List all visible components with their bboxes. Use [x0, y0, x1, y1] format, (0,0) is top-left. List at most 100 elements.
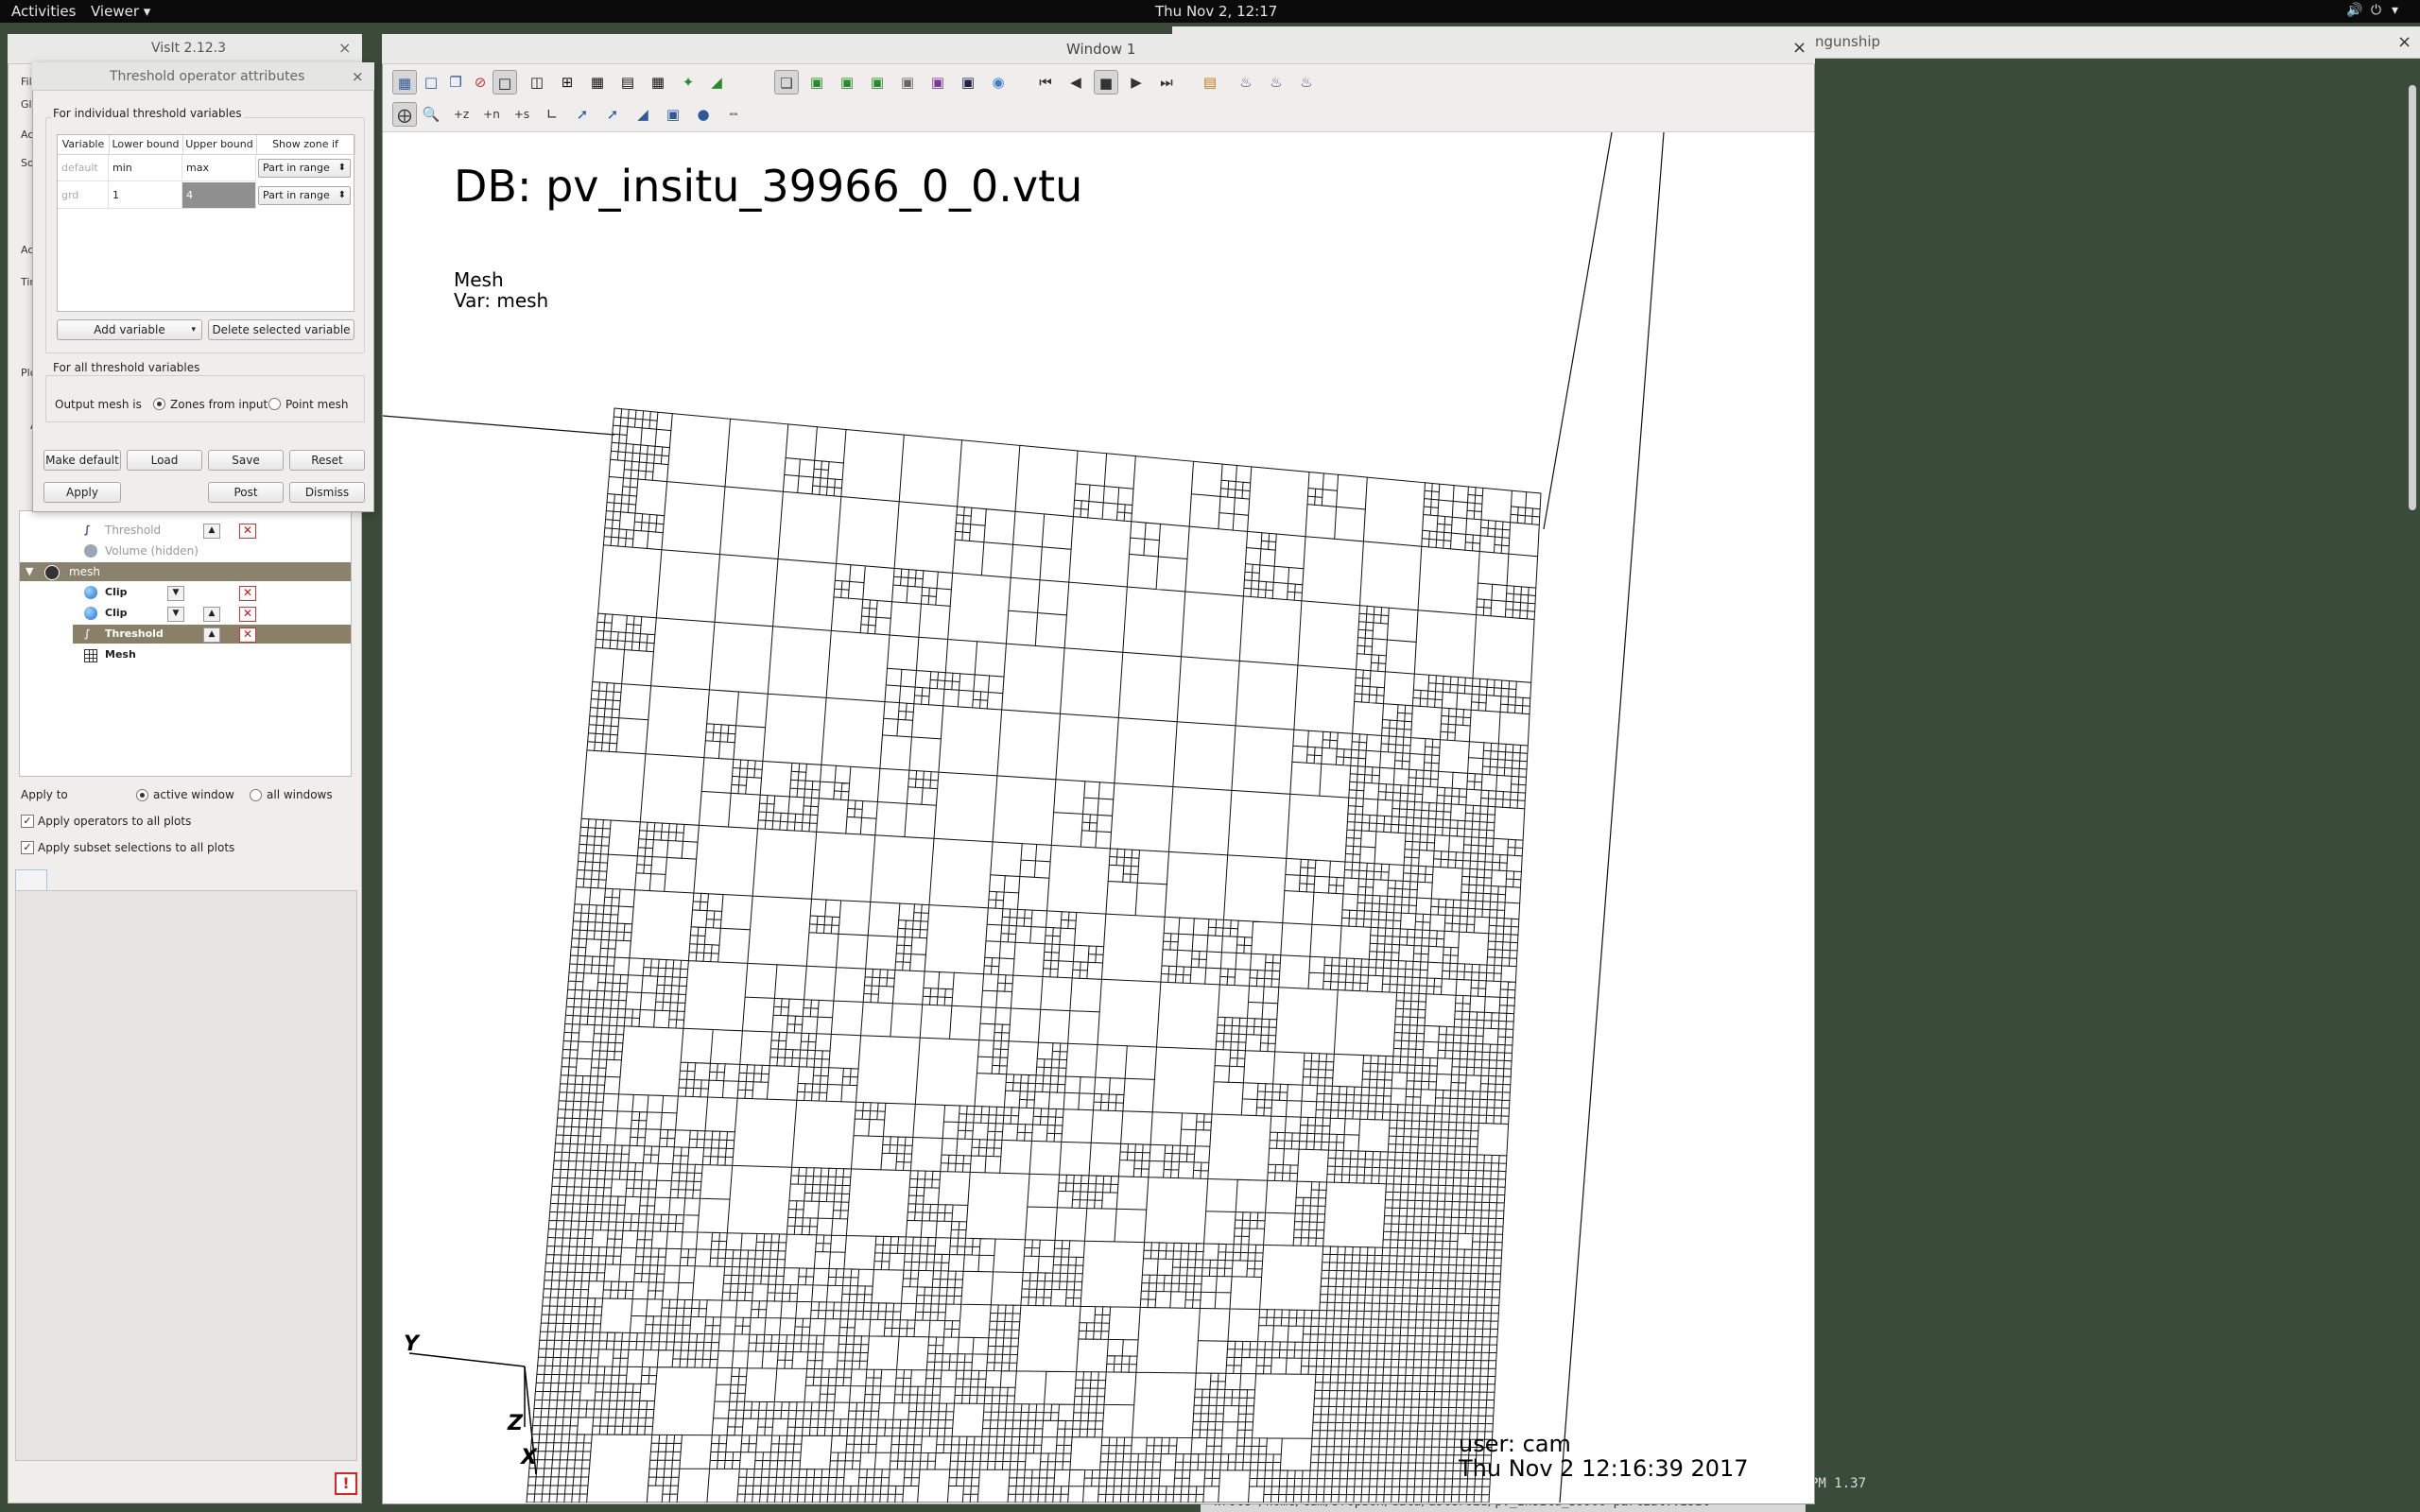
point-tool-icon[interactable]: ➚: [600, 102, 625, 127]
viewer-window-close-button[interactable]: ×: [1792, 38, 1806, 58]
plot-list[interactable]: ∫ Threshold ▲ ✕ Volume (hidden) ▼ mesh C…: [19, 510, 352, 777]
show-zone-select[interactable]: Part in range ⬍: [258, 186, 351, 205]
terminal-scrollbar[interactable]: [2409, 85, 2416, 510]
delete-variable-button[interactable]: Delete selected variable: [208, 319, 354, 340]
clone-window-icon[interactable]: ❐: [443, 70, 468, 94]
pointer-icon[interactable]: ♨: [1264, 70, 1288, 94]
pick-mode-icon[interactable]: ▦: [392, 70, 417, 94]
layout-1x1-icon[interactable]: □: [493, 70, 517, 94]
visit-main-title: VisIt 2.12.3: [151, 41, 227, 56]
column-header-variable[interactable]: Variable: [58, 135, 110, 155]
tree-item-label: Volume (hidden): [105, 544, 199, 558]
perspective-icon[interactable]: ❏: [774, 70, 799, 94]
apply-subset-checkbox[interactable]: ✓: [21, 841, 34, 854]
visit-main-close-button[interactable]: ×: [338, 39, 351, 57]
move-down-button[interactable]: ▼: [167, 586, 184, 601]
stop-icon[interactable]: ■: [1094, 70, 1118, 94]
invert-icon[interactable]: ▣: [925, 70, 950, 94]
line-icon[interactable]: ➚: [570, 102, 595, 127]
visibility-icon[interactable]: [44, 565, 60, 580]
all-windows-radio[interactable]: [250, 789, 262, 801]
threshold-variable-table[interactable]: Variable Lower bound Upper bound Show zo…: [57, 134, 355, 312]
prev-frame-icon[interactable]: ◀: [1063, 70, 1088, 94]
zone-pick-icon[interactable]: +z: [449, 102, 474, 127]
column-header-upper-bound[interactable]: Upper bound: [182, 135, 257, 155]
zones-from-input-radio[interactable]: [153, 398, 165, 410]
tree-item-threshold-selected[interactable]: ∫ Threshold ▲ ✕: [73, 625, 351, 644]
layout-3x3-icon[interactable]: ▤: [615, 70, 640, 94]
delete-operator-button[interactable]: ✕: [239, 627, 256, 643]
apply-operators-checkbox[interactable]: ✓: [21, 815, 34, 828]
apply-operators-label: Apply operators to all plots: [38, 815, 192, 828]
lighting-icon[interactable]: ♨: [1234, 70, 1258, 94]
show-zone-select[interactable]: Part in range ⬍: [258, 159, 351, 178]
post-button[interactable]: Post: [208, 482, 284, 503]
apply-button[interactable]: Apply: [43, 482, 121, 503]
point-mesh-radio[interactable]: [268, 398, 281, 410]
layout-grid-icon[interactable]: ▦: [646, 70, 670, 94]
collapse-arrow-icon[interactable]: ▼: [26, 562, 33, 581]
tree-item-mesh-plot[interactable]: Mesh: [77, 645, 341, 664]
cell-upper-bound[interactable]: 4: [182, 182, 256, 209]
tree-item-clip-1[interactable]: Clip ▼ ✕: [77, 583, 341, 602]
move-up-button[interactable]: ▲: [203, 607, 220, 622]
delete-operator-button[interactable]: ✕: [239, 524, 256, 539]
delete-operator-button[interactable]: ✕: [239, 607, 256, 622]
delete-operator-button[interactable]: ✕: [239, 586, 256, 601]
undo-view-icon[interactable]: ▣: [835, 70, 859, 94]
output-tab[interactable]: [15, 869, 47, 892]
play-icon[interactable]: ▶: [1124, 70, 1149, 94]
node-pick-icon[interactable]: +n: [479, 102, 504, 127]
add-variable-button[interactable]: Add variable ▾: [57, 319, 202, 340]
column-header-lower-bound[interactable]: Lower bound: [109, 135, 183, 155]
save-image-icon[interactable]: ▤: [1198, 70, 1222, 94]
navigate-icon[interactable]: ⨁: [392, 102, 417, 127]
redo-view-icon[interactable]: ▣: [865, 70, 890, 94]
chart-icon[interactable]: ◢: [704, 70, 729, 94]
activities-button[interactable]: Activities: [11, 3, 76, 20]
cell-upper-bound[interactable]: max: [182, 155, 256, 181]
bulb-icon[interactable]: ◉: [986, 70, 1011, 94]
column-header-show-zone-if[interactable]: Show zone if: [256, 135, 355, 155]
dismiss-button[interactable]: Dismiss: [289, 482, 365, 503]
zoom-icon[interactable]: 🔍: [419, 102, 443, 127]
sphere-tool-icon[interactable]: ●: [691, 102, 716, 127]
spin-icon[interactable]: ▣: [956, 70, 980, 94]
tree-item-mesh-group[interactable]: ▼ mesh: [20, 562, 351, 581]
plane-tool-icon[interactable]: ◢: [631, 102, 655, 127]
layout-1x2-icon[interactable]: ◫: [525, 70, 549, 94]
delete-window-icon[interactable]: ⊘: [468, 70, 493, 94]
curve-pick-icon[interactable]: +s: [510, 102, 534, 127]
terminal-close-button[interactable]: ×: [2397, 32, 2411, 52]
axis-tool-icon[interactable]: ╍: [721, 102, 746, 127]
load-button[interactable]: Load: [127, 450, 202, 471]
cell-lower-bound[interactable]: min: [109, 155, 182, 181]
cell-lower-bound[interactable]: 1: [109, 182, 182, 209]
clock[interactable]: Thu Nov 2, 12:17: [1155, 3, 1277, 20]
layout-2x3-icon[interactable]: ▦: [585, 70, 610, 94]
save-button[interactable]: Save: [208, 450, 284, 471]
lock-view-icon[interactable]: ✦: [676, 70, 700, 94]
recenter-icon[interactable]: ▣: [804, 70, 829, 94]
lineout-icon[interactable]: ∟: [540, 102, 564, 127]
app-menu[interactable]: Viewer ▾: [91, 3, 150, 20]
tree-item-clip-2[interactable]: Clip ▼ ▲ ✕: [77, 604, 341, 623]
alert-icon[interactable]: !: [335, 1472, 357, 1495]
new-window-icon[interactable]: □: [419, 70, 443, 94]
box-tool-icon[interactable]: ▣: [661, 102, 685, 127]
render-viewport[interactable]: DB: pv_insitu_39966_0_0.vtu Mesh Var: me…: [383, 132, 1814, 1503]
active-window-radio[interactable]: [136, 789, 148, 801]
layout-2x2-icon[interactable]: ⊞: [555, 70, 579, 94]
move-up-button[interactable]: ▲: [203, 524, 220, 539]
next-frame-icon[interactable]: ⏭: [1154, 70, 1179, 94]
reset-button[interactable]: Reset: [289, 450, 365, 471]
camera-icon[interactable]: ▣: [895, 70, 920, 94]
save-window-icon[interactable]: ♨: [1294, 70, 1319, 94]
move-up-button[interactable]: ▲: [203, 627, 220, 643]
make-default-button[interactable]: Make default: [43, 450, 121, 471]
tree-item-volume[interactable]: Volume (hidden): [77, 541, 341, 560]
move-down-button[interactable]: ▼: [167, 607, 184, 622]
tree-item-threshold-hidden[interactable]: ∫ Threshold ▲ ✕: [77, 521, 341, 540]
rewind-icon[interactable]: ⏮: [1033, 70, 1058, 94]
threshold-dialog-close-button[interactable]: ×: [352, 68, 364, 85]
